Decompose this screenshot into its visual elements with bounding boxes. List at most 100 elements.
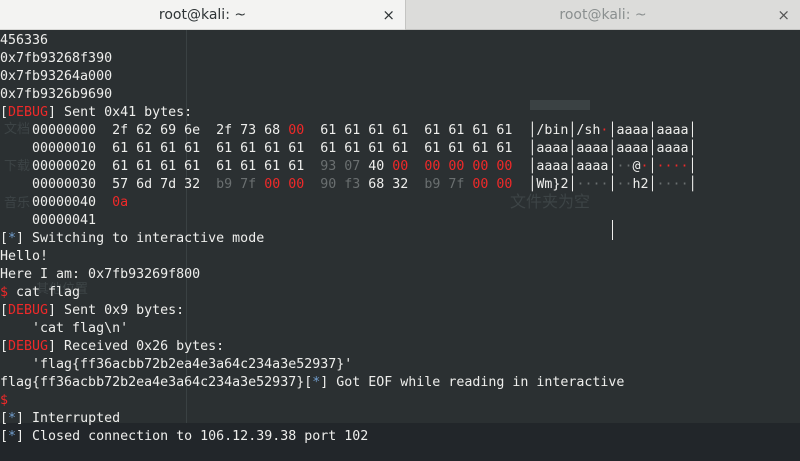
terminal-text: ] Sent 0x41 bytes: bbox=[48, 105, 193, 120]
terminal-line: [*] Switching to interactive mode bbox=[0, 230, 697, 248]
tab-title: root@kali: ~ bbox=[158, 6, 247, 23]
terminal-text: [ bbox=[0, 411, 9, 426]
terminal-line: [DEBUG] Sent 0x41 bytes: bbox=[0, 104, 697, 122]
terminal-text: h2│ bbox=[632, 177, 657, 192]
terminal-text: 90 f3 bbox=[320, 177, 361, 192]
terminal-text: DEBUG bbox=[8, 339, 49, 354]
terminal-text: [ bbox=[0, 303, 9, 318]
terminal-text: ·· bbox=[616, 159, 633, 174]
terminal-output: 456336 0x7fb93268f390 0x7fb93264a000 0x7fb9… bbox=[0, 32, 697, 446]
terminal-text: 68 32 bbox=[360, 177, 425, 192]
terminal-text: 00 00 00 00 bbox=[424, 159, 513, 174]
terminal-text: │Wm}2│ bbox=[512, 177, 577, 192]
terminal-text: ] Interrupted bbox=[16, 411, 121, 426]
terminal-line: 00000040 0a bbox=[0, 194, 697, 212]
terminal-text: ···· bbox=[656, 159, 689, 174]
terminal-text: [ bbox=[0, 105, 9, 120]
terminal-line: 'cat flag\n' bbox=[0, 320, 697, 338]
terminal-text: 00000041 bbox=[0, 213, 97, 228]
terminal-line: flag{ff36acbb72b2ea4e3a64c234a3e52937}[*… bbox=[0, 374, 697, 392]
terminal-text: b9 7f bbox=[424, 177, 465, 192]
terminal-text: [ bbox=[0, 231, 9, 246]
terminal-text: ···· bbox=[656, 177, 689, 192]
terminal-text: cat flag bbox=[8, 285, 81, 300]
terminal-text: │ bbox=[688, 159, 697, 174]
terminal-text: ] Sent 0x9 bytes: bbox=[48, 303, 185, 318]
terminal-line: $ bbox=[0, 392, 697, 410]
terminal-text: ] Got EOF while reading in interactive bbox=[320, 375, 625, 390]
terminal-text: 00000000 2f 62 69 6e 2f 73 68 bbox=[0, 123, 289, 138]
terminal-line: $ cat flag bbox=[0, 284, 697, 302]
terminal-line: [*] Closed connection to 106.12.39.38 po… bbox=[0, 428, 697, 446]
terminal-text: Hello! bbox=[0, 249, 49, 264]
terminal-text: flag{ff36acbb72b2ea4e3a64c234a3e52937}[ bbox=[0, 375, 313, 390]
terminal-text: ] Closed connection to 106.12.39.38 port… bbox=[16, 429, 369, 444]
terminal-text: 00 bbox=[392, 159, 409, 174]
terminal-text: * bbox=[8, 429, 17, 444]
terminal-line: [DEBUG] Received 0x26 bytes: bbox=[0, 338, 697, 356]
terminal-view[interactable]: 文档 下载 音乐 其他位置 文件夹为空 456336 0x7fb93268f390… bbox=[0, 30, 800, 461]
tab-bar: root@kali: ~ × root@kali: ~ × bbox=[0, 0, 800, 30]
terminal-text: 40 bbox=[360, 159, 393, 174]
terminal-text: $ bbox=[0, 393, 9, 408]
terminal-text: 'cat flag\n' bbox=[0, 321, 129, 336]
terminal-text: DEBUG bbox=[8, 105, 49, 120]
terminal-text: 0x7fb93268f390 bbox=[0, 51, 113, 66]
terminal-line: [*] Interrupted bbox=[0, 410, 697, 428]
terminal-text: [ bbox=[0, 429, 9, 444]
terminal-text: 00000030 57 6d 7d 32 bbox=[0, 177, 217, 192]
terminal-text: 00 00 bbox=[472, 177, 513, 192]
terminal-line: 00000030 57 6d 7d 32 b9 7f 00 00 90 f3 6… bbox=[0, 176, 697, 194]
terminal-text: 00000040 bbox=[0, 195, 113, 210]
terminal-line: 00000041 bbox=[0, 212, 697, 230]
terminal-line: 456336 bbox=[0, 32, 697, 50]
terminal-text: 61 61 61 61 61 61 61 61 │/bin│/sh bbox=[304, 123, 601, 138]
terminal-text: 0x7fb93264a000 bbox=[0, 69, 113, 84]
terminal-text: 00000020 61 61 61 61 61 61 61 61 bbox=[0, 159, 321, 174]
terminal-text: 0x7fb9326b9690 bbox=[0, 87, 113, 102]
terminal-text: * bbox=[8, 411, 17, 426]
terminal-text: 00 bbox=[288, 123, 305, 138]
terminal-text: │aaaa│aaaa│ bbox=[512, 159, 617, 174]
terminal-line: 0x7fb93264a000 bbox=[0, 68, 697, 86]
tab-terminal-2[interactable]: root@kali: ~ × bbox=[405, 0, 800, 30]
terminal-line: 0x7fb9326b9690 bbox=[0, 86, 697, 104]
text-cursor bbox=[612, 220, 613, 240]
terminal-text: DEBUG bbox=[8, 303, 49, 318]
terminal-text: ] Received 0x26 bytes: bbox=[48, 339, 225, 354]
terminal-text: 0a bbox=[112, 195, 129, 210]
terminal-text: · bbox=[640, 159, 649, 174]
terminal-text: ] Switching to interactive mode bbox=[16, 231, 265, 246]
terminal-text: ·· bbox=[616, 177, 633, 192]
terminal-text: 93 07 bbox=[320, 159, 361, 174]
tab-terminal-1[interactable]: root@kali: ~ × bbox=[0, 0, 405, 30]
terminal-text: Here I am: 0x7fb93269f800 bbox=[0, 267, 201, 282]
terminal-text: │ bbox=[688, 177, 697, 192]
terminal-text: ···· bbox=[576, 177, 609, 192]
tab-title: root@kali: ~ bbox=[559, 6, 647, 23]
close-icon[interactable]: × bbox=[382, 6, 395, 24]
terminal-line: Here I am: 0x7fb93269f800 bbox=[0, 266, 697, 284]
terminal-text: * bbox=[8, 231, 17, 246]
terminal-text: │aaaa│aaaa│ bbox=[608, 123, 697, 138]
terminal-line: 00000020 61 61 61 61 61 61 61 61 93 07 4… bbox=[0, 158, 697, 176]
terminal-line: Hello! bbox=[0, 248, 697, 266]
terminal-text: b9 7f bbox=[216, 177, 257, 192]
terminal-text: 456336 bbox=[0, 33, 49, 48]
terminal-line: [DEBUG] Sent 0x9 bytes: bbox=[0, 302, 697, 320]
terminal-text: 'flag{ff36acbb72b2ea4e3a64c234a3e52937}' bbox=[0, 357, 353, 372]
terminal-text: │ bbox=[608, 177, 617, 192]
terminal-text: 00 00 bbox=[264, 177, 305, 192]
terminal-text: │ bbox=[648, 159, 657, 174]
terminal-line: 00000000 2f 62 69 6e 2f 73 68 00 61 61 6… bbox=[0, 122, 697, 140]
close-icon[interactable]: × bbox=[777, 6, 790, 24]
terminal-line: 'flag{ff36acbb72b2ea4e3a64c234a3e52937}' bbox=[0, 356, 697, 374]
terminal-text: [ bbox=[0, 339, 9, 354]
terminal-line: 00000010 61 61 61 61 61 61 61 61 61 61 6… bbox=[0, 140, 697, 158]
terminal-text: $ bbox=[0, 285, 9, 300]
terminal-text: 00000010 61 61 61 61 61 61 61 61 61 61 6… bbox=[0, 141, 697, 156]
terminal-line: 0x7fb93268f390 bbox=[0, 50, 697, 68]
